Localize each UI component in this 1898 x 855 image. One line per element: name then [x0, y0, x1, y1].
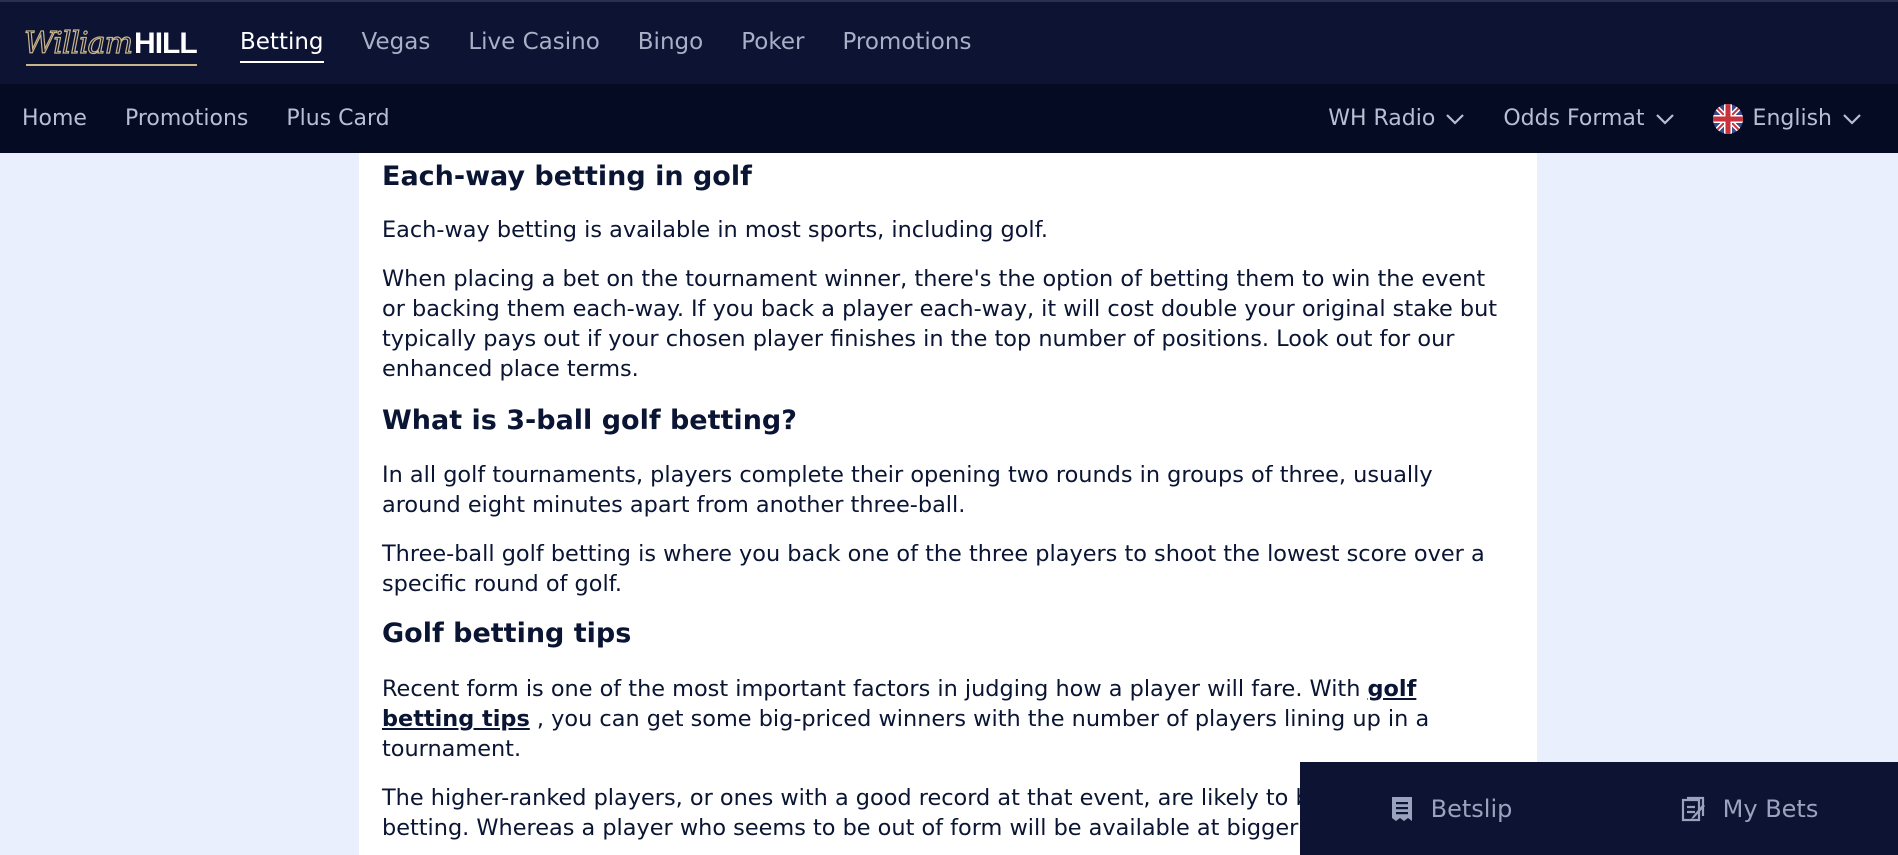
chevron-down-icon: [1843, 113, 1861, 125]
main-nav: Betting Vegas Live Casino Bingo Poker Pr…: [240, 2, 971, 86]
heading-tips: Golf betting tips: [382, 618, 632, 649]
top-navigation: William HILL Betting Vegas Live Casino B…: [0, 0, 1898, 84]
wh-radio-dropdown[interactable]: WH Radio: [1328, 106, 1465, 131]
heading-each-way: Each-way betting in golf: [382, 161, 752, 192]
nav-promotions[interactable]: Promotions: [842, 29, 971, 59]
article-content: Each-way betting in golf Each-way bettin…: [359, 153, 1537, 855]
subnav-home[interactable]: Home: [22, 106, 87, 131]
tips-text-before: Recent form is one of the most important…: [382, 676, 1368, 702]
logo-underline: [26, 64, 197, 66]
nav-poker[interactable]: Poker: [741, 29, 804, 59]
nav-bingo[interactable]: Bingo: [638, 29, 703, 59]
betslip-bar: Betslip My Bets: [1300, 762, 1898, 855]
logo-script-text: William: [23, 25, 133, 61]
my-bets-button[interactable]: My Bets: [1599, 762, 1898, 855]
paragraph-three-ball-2: Three-ball golf betting is where you bac…: [382, 541, 1485, 597]
paragraph-each-way-1: Each-way betting is available in most sp…: [382, 217, 1048, 243]
my-bets-icon: [1681, 796, 1705, 821]
heading-three-ball: What is 3-ball golf betting?: [382, 405, 797, 436]
nav-betting[interactable]: Betting: [240, 29, 324, 63]
sub-navigation: Home Promotions Plus Card WH Radio Odds …: [0, 84, 1898, 153]
paragraph-tips-1: Recent form is one of the most important…: [382, 674, 1514, 764]
betslip-icon: [1391, 796, 1412, 821]
nav-vegas[interactable]: Vegas: [362, 29, 431, 59]
nav-live-casino[interactable]: Live Casino: [468, 29, 599, 59]
william-hill-logo[interactable]: William HILL: [23, 25, 198, 66]
odds-format-label: Odds Format: [1503, 106, 1645, 131]
chevron-down-icon: [1655, 113, 1674, 125]
odds-format-dropdown[interactable]: Odds Format: [1503, 106, 1674, 131]
language-label: English: [1752, 106, 1832, 131]
paragraph-three-ball-1: In all golf tournaments, players complet…: [382, 462, 1433, 518]
subnav-promotions[interactable]: Promotions: [125, 106, 248, 131]
wh-radio-label: WH Radio: [1328, 106, 1436, 131]
betslip-button[interactable]: Betslip: [1300, 762, 1599, 855]
chevron-down-icon: [1446, 113, 1465, 125]
uk-flag-icon: [1712, 103, 1743, 134]
betslip-label: Betslip: [1430, 794, 1513, 823]
subnav-plus-card[interactable]: Plus Card: [286, 106, 389, 131]
my-bets-label: My Bets: [1722, 794, 1819, 823]
paragraph-each-way-2: When placing a bet on the tournament win…: [382, 266, 1498, 382]
logo-bold-text: HILL: [134, 27, 198, 60]
tips-text-after: , you can get some big-priced winners wi…: [382, 706, 1430, 762]
language-dropdown[interactable]: English: [1712, 103, 1862, 134]
